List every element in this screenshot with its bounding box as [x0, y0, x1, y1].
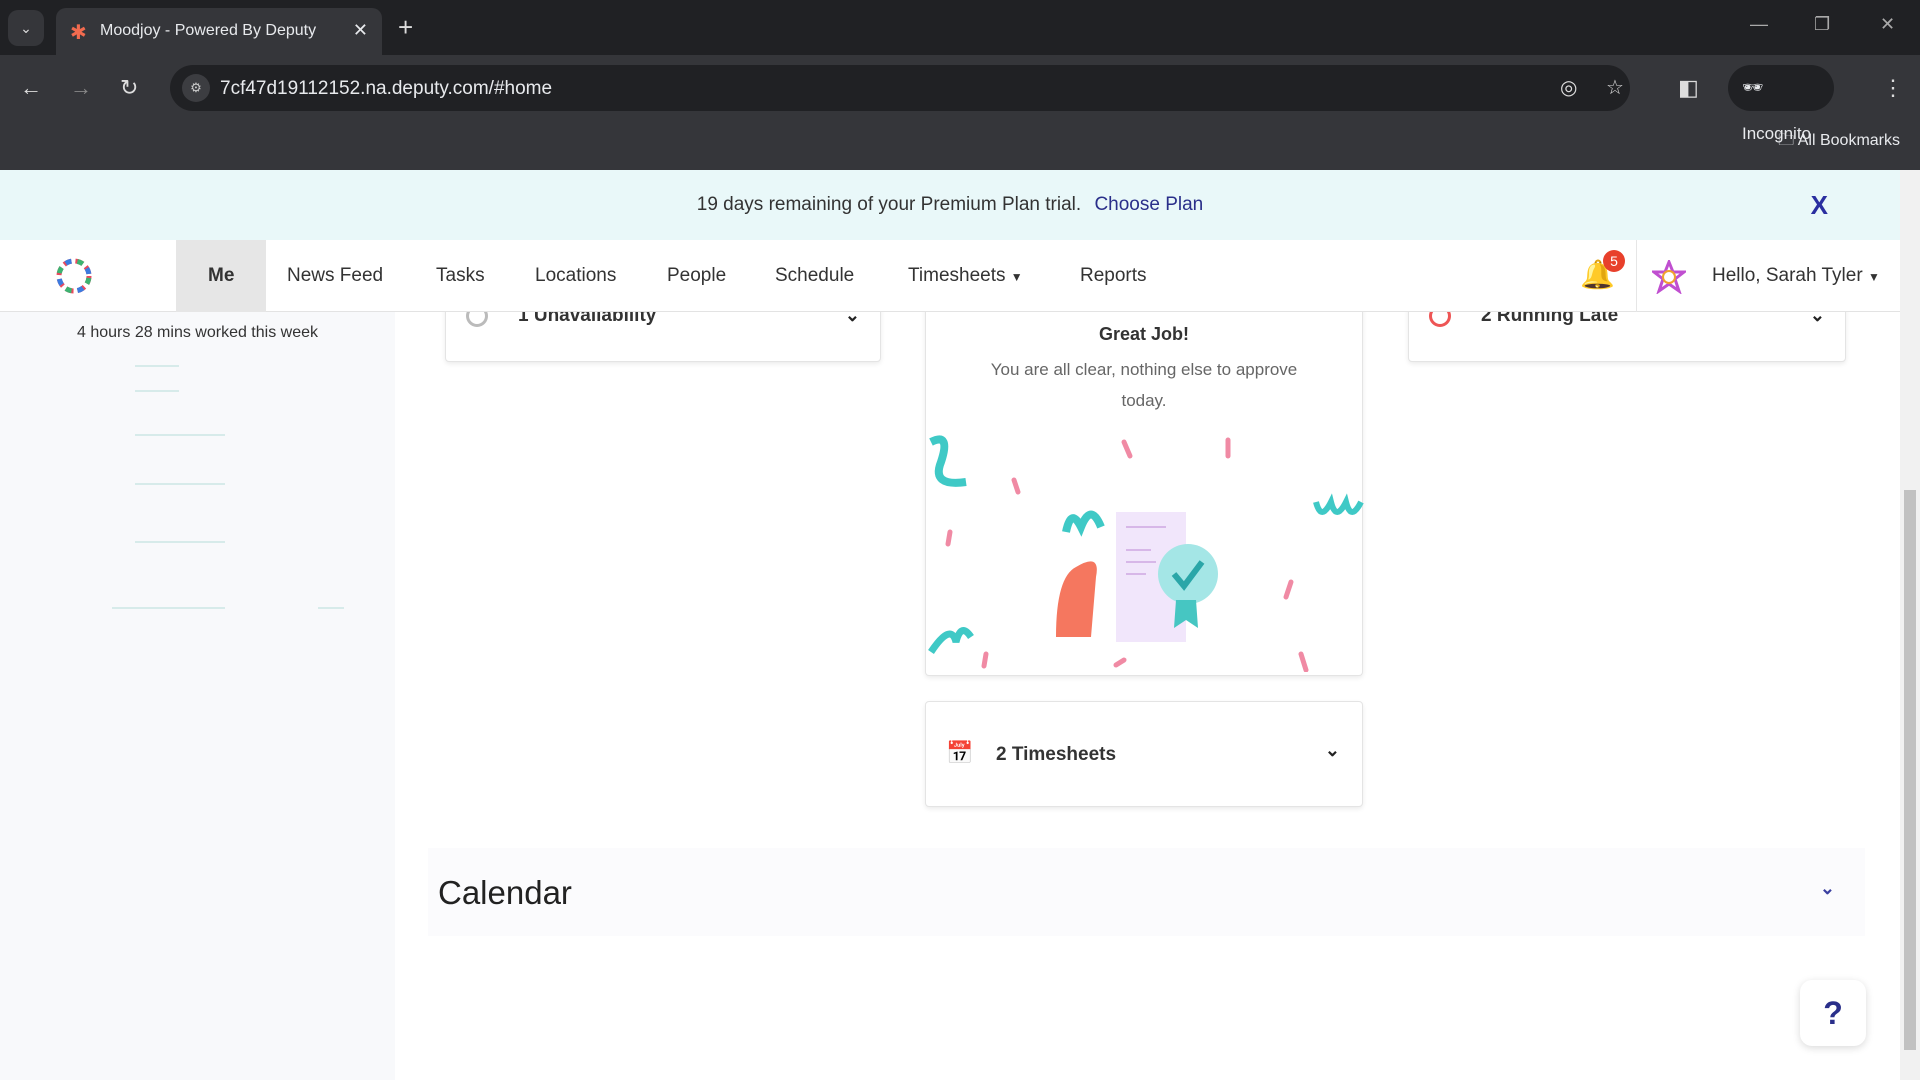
- calendar-heading: Calendar: [438, 874, 572, 911]
- browser-toolbar: ← → ↻ ⚙ 7cf47d19112152.na.deputy.com/#ho…: [0, 55, 1920, 170]
- url-text[interactable]: 7cf47d19112152.na.deputy.com/#home: [220, 78, 552, 100]
- great-job-heading: Great Job!: [1098, 324, 1190, 344]
- nav-tasks[interactable]: Tasks: [436, 240, 485, 312]
- divider: [1636, 240, 1637, 312]
- avatar[interactable]: [1652, 260, 1686, 294]
- placeholder-line: [135, 365, 179, 367]
- celebration-illustration: [928, 435, 1364, 672]
- site-settings-icon[interactable]: ⚙: [182, 74, 210, 102]
- help-button[interactable]: ?: [1800, 980, 1866, 1046]
- chevron-down-icon[interactable]: ⌄: [845, 312, 860, 326]
- all-clear-message: You are all clear, nothing else to appro…: [990, 360, 1298, 410]
- placeholder-line: [318, 607, 344, 609]
- deputy-favicon-icon: ✱: [70, 22, 87, 44]
- nav-reports[interactable]: Reports: [1080, 240, 1147, 312]
- choose-plan-link[interactable]: Choose Plan: [1094, 194, 1203, 215]
- menu-icon[interactable]: ⋮: [1882, 75, 1904, 101]
- browser-tab[interactable]: ✱ Moodjoy - Powered By Deputy ✕: [56, 8, 382, 55]
- new-tab-button[interactable]: +: [398, 12, 413, 43]
- trial-message: 19 days remaining of your Premium Plan t…: [696, 194, 1082, 215]
- status-circle-icon: [466, 312, 488, 327]
- sidebar: 4 hours 28 mins worked this week: [0, 312, 395, 1080]
- placeholder-line: [135, 390, 179, 392]
- status-circle-icon: [1429, 312, 1451, 327]
- scrollbar[interactable]: [1900, 170, 1920, 1080]
- timesheets-label: 2 Timesheets: [996, 744, 1117, 765]
- eye-off-icon[interactable]: ◎: [1560, 75, 1577, 100]
- incognito-indicator[interactable]: 🕶 Incognito: [1728, 65, 1834, 143]
- folder-icon: 🗀: [1778, 132, 1795, 149]
- address-bar[interactable]: ⚙ 7cf47d19112152.na.deputy.com/#home ◎ ☆: [170, 65, 1630, 111]
- calendar-section: Calendar ⌄: [428, 848, 1865, 936]
- tab-title: Moodjoy - Powered By Deputy: [100, 22, 317, 39]
- nav-timesheets[interactable]: Timesheets ▼: [908, 240, 1023, 312]
- placeholder-line: [135, 434, 225, 436]
- unavailability-card[interactable]: 1 Unavailability ⌄: [445, 312, 881, 362]
- chevron-down-icon[interactable]: ⌄: [1820, 878, 1835, 899]
- chevron-down-icon[interactable]: ⌄: [1810, 312, 1825, 326]
- running-late-label: 2 Running Late: [1481, 312, 1619, 326]
- deputy-logo[interactable]: [52, 254, 96, 298]
- placeholder-line: [112, 607, 225, 609]
- restore-icon[interactable]: ❐: [1814, 14, 1830, 35]
- caret-down-icon: ▼: [1867, 270, 1880, 284]
- reload-icon[interactable]: ↻: [120, 75, 138, 101]
- bookmarks-label: All Bookmarks: [1797, 132, 1900, 149]
- forward-icon[interactable]: →: [70, 75, 92, 101]
- back-icon[interactable]: ←: [20, 75, 42, 101]
- trial-banner: 19 days remaining of your Premium Plan t…: [0, 170, 1900, 240]
- incognito-icon: 🕶: [1742, 78, 1764, 97]
- close-window-icon[interactable]: ✕: [1880, 14, 1895, 35]
- notification-badge: 5: [1603, 250, 1625, 272]
- main-content: 1 Unavailability ⌄ Great Job! You are al…: [395, 312, 1900, 1080]
- all-bookmarks[interactable]: 🗀 All Bookmarks: [1778, 129, 1900, 156]
- approvals-card: Great Job! You are all clear, nothing el…: [925, 312, 1364, 676]
- browser-tab-strip: ⌄ ✱ Moodjoy - Powered By Deputy ✕ + — ❐ …: [0, 0, 1920, 55]
- side-panel-icon[interactable]: ◧: [1678, 75, 1699, 101]
- timesheets-card[interactable]: 📅 2 Timesheets ⌄: [925, 701, 1363, 807]
- nav-locations[interactable]: Locations: [535, 240, 616, 312]
- unavailability-label: 1 Unavailability: [518, 312, 657, 326]
- nav-news-feed[interactable]: News Feed: [287, 240, 383, 312]
- top-nav: Me News Feed Tasks Locations People Sche…: [0, 240, 1900, 312]
- running-late-card[interactable]: 2 Running Late ⌄: [1408, 312, 1846, 362]
- user-menu[interactable]: Hello, Sarah Tyler ▼: [1712, 240, 1880, 313]
- chevron-down-icon[interactable]: ⌄: [1325, 740, 1340, 761]
- user-greeting: Hello, Sarah Tyler: [1712, 265, 1863, 286]
- close-tab-icon[interactable]: ✕: [353, 20, 368, 41]
- nav-timesheets-label: Timesheets: [908, 265, 1006, 286]
- minimize-icon[interactable]: —: [1750, 14, 1768, 35]
- star-icon[interactable]: ☆: [1606, 75, 1624, 100]
- placeholder-line: [135, 541, 225, 543]
- scrollbar-thumb[interactable]: [1904, 490, 1916, 1050]
- hours-worked: 4 hours 28 mins worked this week: [77, 324, 318, 341]
- nav-schedule[interactable]: Schedule: [775, 240, 854, 312]
- caret-down-icon: ▼: [1010, 270, 1023, 284]
- placeholder-line: [135, 483, 225, 485]
- tab-search-button[interactable]: ⌄: [8, 10, 44, 46]
- close-banner-button[interactable]: X: [1811, 170, 1828, 240]
- nav-people[interactable]: People: [667, 240, 726, 312]
- nav-me[interactable]: Me: [176, 240, 267, 312]
- calendar-icon: 📅: [946, 740, 974, 765]
